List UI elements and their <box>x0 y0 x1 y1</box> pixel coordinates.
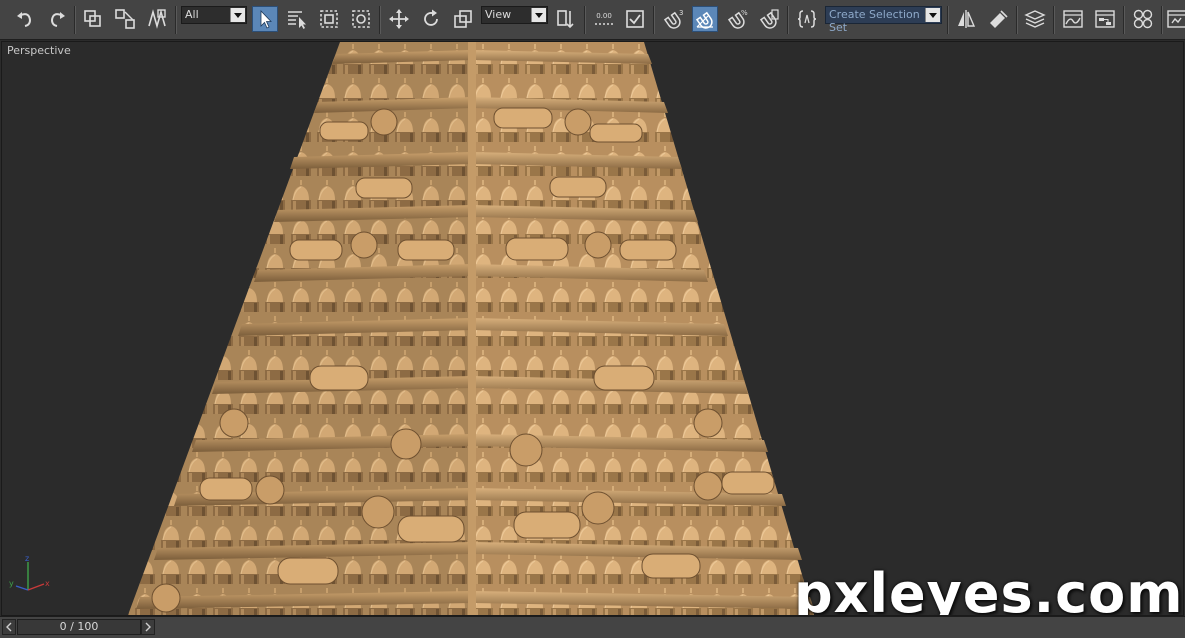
angle-snap-icon <box>695 11 713 29</box>
window-crossing-button[interactable] <box>348 6 374 32</box>
selection-filter-value: All <box>185 8 199 21</box>
select-and-link-button[interactable] <box>80 6 106 32</box>
move-icon <box>389 9 409 29</box>
chevron-right-icon <box>145 622 151 632</box>
layers-icon <box>1024 10 1046 28</box>
select-and-move-button[interactable] <box>386 6 412 32</box>
select-and-scale-button[interactable] <box>450 6 476 32</box>
viewport-label[interactable]: Perspective <box>7 44 71 57</box>
edit-named-selection-button[interactable] <box>622 6 648 32</box>
curve-editor-button[interactable] <box>1060 6 1086 32</box>
spinner-snap-icon: 0.00 <box>595 12 613 25</box>
undo-icon <box>17 12 32 27</box>
mirror-button[interactable] <box>953 6 979 32</box>
chevron-down-icon[interactable] <box>531 8 546 22</box>
material-spheres-icon <box>1133 9 1153 29</box>
selection-filter-dropdown[interactable]: All <box>181 6 247 24</box>
select-object-button[interactable] <box>252 6 278 32</box>
cursor-arrow-icon <box>260 10 272 29</box>
toolbar-separator <box>1016 6 1018 34</box>
pivot-center-icon <box>557 10 574 29</box>
spinner-magnet-icon <box>759 9 779 29</box>
schematic-view-icon <box>1095 10 1115 28</box>
mirror-icon <box>958 10 976 28</box>
material-editor-button[interactable] <box>1130 6 1156 32</box>
chevron-down-icon[interactable] <box>925 8 940 22</box>
reference-coordinate-value: View <box>485 8 512 21</box>
toolbar-separator <box>1053 6 1055 34</box>
align-icon <box>990 10 1008 28</box>
toolbar-separator <box>175 6 177 34</box>
align-button[interactable] <box>985 6 1011 32</box>
snaps-toggle-button[interactable]: 3 <box>660 6 686 32</box>
toolbar-separator <box>1123 6 1125 34</box>
render-setup-button[interactable] <box>1166 6 1185 32</box>
space-warp-icon <box>148 9 166 29</box>
next-frame-button[interactable] <box>141 619 155 635</box>
axis-y-label: y <box>9 579 14 588</box>
unlink-icon <box>115 9 135 29</box>
spinner-snap-value: 0.00 <box>596 12 612 20</box>
curve-editor-icon <box>1063 10 1083 28</box>
time-slider-bar: 0 / 100 <box>0 616 1185 638</box>
chevron-down-icon[interactable] <box>230 8 245 22</box>
watermark-text: pxleyes.com <box>794 562 1184 616</box>
axis-x-label: x <box>45 579 50 588</box>
rectangle-selection-icon <box>320 10 338 28</box>
window-crossing-icon <box>352 10 370 28</box>
layer-manager-button[interactable] <box>1022 6 1048 32</box>
scale-icon <box>454 10 472 28</box>
select-by-name-button[interactable] <box>284 6 310 32</box>
toolbar-separator <box>653 6 655 34</box>
main-toolbar: All View 0.00 3 % Create Selection Set <box>0 0 1185 40</box>
rotate-icon <box>424 9 438 26</box>
temple-tower-model <box>128 42 814 615</box>
toolbar-separator <box>74 6 76 34</box>
unlink-selection-button[interactable] <box>112 6 138 32</box>
select-and-rotate-button[interactable] <box>418 6 444 32</box>
toolbar-separator <box>787 6 789 34</box>
schematic-view-button[interactable] <box>1092 6 1118 32</box>
axis-z-label: z <box>25 554 29 563</box>
bind-to-space-warp-button[interactable] <box>144 6 170 32</box>
perspective-viewport[interactable]: Perspective z x y pxleyes.com <box>1 41 1184 616</box>
corner-pillars <box>468 42 476 615</box>
percent-snap-icon: % <box>727 9 748 29</box>
reference-coordinate-system-dropdown[interactable]: View <box>481 6 548 24</box>
spinner-snap-toggle[interactable]: 0.00 <box>590 6 618 32</box>
spinner-snap-button[interactable] <box>756 6 782 32</box>
angle-snap-toggle[interactable] <box>692 6 718 32</box>
check-box-icon <box>626 10 644 28</box>
toolbar-separator <box>1161 6 1163 34</box>
toolbar-separator <box>947 6 949 34</box>
rectangular-selection-region-button[interactable] <box>316 6 342 32</box>
use-pivot-point-center-button[interactable] <box>553 6 579 32</box>
named-selection-edit-button[interactable] <box>794 6 820 32</box>
percent-snap-toggle[interactable]: % <box>724 6 750 32</box>
undo-button[interactable] <box>12 6 38 32</box>
toolbar-separator <box>584 6 586 34</box>
magnet-snap-icon: 3 <box>663 9 683 29</box>
time-slider[interactable]: 0 / 100 <box>17 619 141 635</box>
chevron-left-icon <box>6 622 12 632</box>
redo-icon <box>50 12 65 27</box>
render-setup-icon <box>1167 10 1185 28</box>
select-by-name-icon <box>288 11 306 29</box>
braces-icon <box>797 10 817 28</box>
axis-tripod: z x y <box>9 554 50 591</box>
toolbar-separator <box>379 6 381 34</box>
link-icon <box>84 10 101 27</box>
percent-label: % <box>741 9 748 17</box>
redo-button[interactable] <box>44 6 70 32</box>
named-selection-sets-dropdown[interactable]: Create Selection Set <box>825 6 942 34</box>
previous-frame-button[interactable] <box>2 619 16 635</box>
snaps-dimension-label: 3 <box>679 9 683 17</box>
